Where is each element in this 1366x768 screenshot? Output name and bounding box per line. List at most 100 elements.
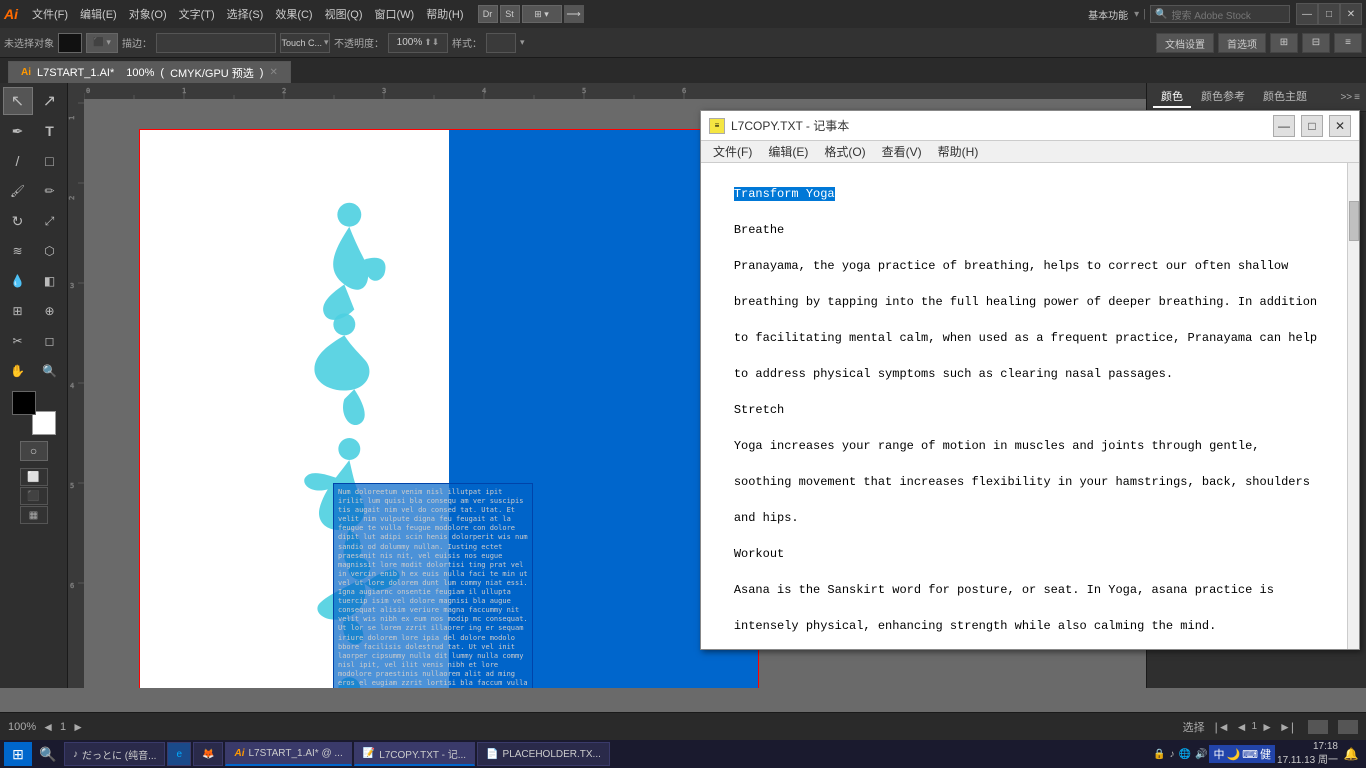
np-menu-edit[interactable]: 编辑(E)	[760, 141, 816, 162]
fill-color-box[interactable]	[58, 33, 82, 53]
taskbar-notepad-btn[interactable]: 📝 L7COPY.TXT - 记...	[354, 742, 475, 766]
last-page-btn[interactable]: ►|	[1277, 720, 1296, 734]
workspace-preset[interactable]: 基本功能	[1082, 7, 1134, 22]
np-menu-format[interactable]: 格式(O)	[816, 141, 873, 162]
pencil-tool[interactable]: ✏	[35, 177, 65, 205]
nav-next-btn[interactable]: ►	[70, 720, 86, 734]
menu-effect[interactable]: 效果(C)	[269, 4, 318, 24]
sys-tray: 🔒 ♪ 🌐 🔊	[1153, 749, 1207, 760]
notepad-minimize-btn[interactable]: —	[1273, 115, 1295, 137]
arrange-btn[interactable]: ⊞	[1270, 33, 1298, 53]
sys-icon-1[interactable]: 🔒	[1153, 749, 1165, 760]
sys-icon-2[interactable]: ♪	[1170, 749, 1175, 760]
restore-btn[interactable]: □	[1318, 3, 1340, 25]
align-btn[interactable]: ⊟	[1302, 33, 1330, 53]
blend-tool[interactable]: ⬡	[35, 237, 65, 265]
touch-dropdown[interactable]: Touch C... ▾	[280, 33, 330, 53]
next-page-btn[interactable]: ►	[1259, 720, 1275, 734]
opacity-input[interactable]: 100% ⬆⬇	[388, 33, 448, 53]
notification-btn[interactable]: 🔔	[1340, 743, 1362, 765]
taskbar-music-btn[interactable]: ♪ だっとに (纯音...	[64, 742, 165, 766]
prev-page-btn[interactable]: ◄	[1234, 720, 1250, 734]
sys-icon-3[interactable]: 🌐	[1179, 749, 1191, 760]
fill-none-btn[interactable]: ○	[20, 441, 48, 461]
scissors-tool[interactable]: ✂	[3, 327, 33, 355]
select-tool[interactable]: ↖	[3, 87, 33, 115]
fill-mode-toggle[interactable]: ⬜ ⬛ ▦	[20, 467, 48, 525]
notepad-restore-btn[interactable]: □	[1301, 115, 1323, 137]
notepad-line-1: Breathe	[734, 223, 784, 237]
menu-object[interactable]: 对象(O)	[123, 4, 173, 24]
stock-search-box[interactable]: 🔍 搜索 Adobe Stock	[1150, 5, 1290, 23]
shape-build-tool[interactable]: ⊕	[35, 297, 65, 325]
eraser-tool[interactable]: ◻	[35, 327, 65, 355]
view-toggle[interactable]: ⊞ ▾	[522, 5, 562, 23]
preferences-btn[interactable]: 首选项	[1218, 33, 1266, 53]
pen-tool[interactable]: ✒	[3, 117, 33, 145]
warp-tool[interactable]: ≋	[3, 237, 33, 265]
menu-text[interactable]: 文字(T)	[173, 4, 221, 24]
menu-window[interactable]: 窗口(W)	[369, 4, 421, 24]
first-page-btn[interactable]: |◄	[1213, 720, 1232, 734]
menu-edit[interactable]: 编辑(E)	[74, 4, 123, 24]
tab-color[interactable]: 颜色	[1153, 86, 1191, 108]
notepad-scrollbar[interactable]	[1347, 163, 1359, 649]
taskbar-search-btn[interactable]: 🔍	[34, 742, 62, 766]
tab-color-ref[interactable]: 颜色参考	[1193, 86, 1253, 108]
document-tab[interactable]: Ai L7START_1.AI* 100% ( CMYK/GPU 预选 ) ✕	[8, 61, 291, 83]
ime-panel[interactable]: 中 🌙 ⌨ 健	[1209, 745, 1275, 763]
zoom-control[interactable]: 100% ◄ 1 ►	[8, 720, 86, 734]
minimize-btn[interactable]: —	[1296, 3, 1318, 25]
menu-file[interactable]: 文件(F)	[26, 4, 74, 24]
more-btn[interactable]: ≡	[1334, 33, 1362, 53]
rect-tool[interactable]: □	[35, 147, 65, 175]
tab-close-btn[interactable]: ✕	[269, 67, 277, 78]
np-menu-view[interactable]: 查看(V)	[874, 141, 930, 162]
zoom-tool[interactable]: 🔍	[35, 357, 65, 385]
taskbar-placeholder-btn[interactable]: 📄 PLACEHOLDER.TX...	[477, 742, 610, 766]
mesh-tool[interactable]: ⊞	[3, 297, 33, 325]
sys-icon-4[interactable]: 🔊	[1195, 749, 1207, 760]
arrange-icon[interactable]: ⟶	[564, 5, 584, 23]
stroke-preview[interactable]	[156, 33, 276, 53]
rotate-tool[interactable]: ↻	[3, 207, 33, 235]
clock[interactable]: 17:18 17.11.13 周一	[1277, 740, 1338, 768]
notepad-text-area[interactable]: Transform Yoga Breathe Pranayama, the yo…	[701, 163, 1359, 649]
type-tool[interactable]: T	[35, 117, 65, 145]
np-menu-help[interactable]: 帮助(H)	[930, 141, 987, 162]
direct-select-tool[interactable]: ↗	[35, 87, 65, 115]
plugin-icon-2[interactable]: St	[500, 5, 520, 23]
taskbar-firefox-btn[interactable]: 🦊	[193, 742, 223, 766]
line-tool[interactable]: /	[3, 147, 33, 175]
nav-prev-btn[interactable]: ◄	[40, 720, 56, 734]
menu-view[interactable]: 视图(Q)	[319, 4, 369, 24]
page-input[interactable]: 1	[60, 721, 66, 733]
close-btn[interactable]: ✕	[1340, 3, 1362, 25]
foreground-color[interactable]	[12, 391, 36, 415]
menu-help[interactable]: 帮助(H)	[420, 4, 469, 24]
gradient-tool[interactable]: ◧	[35, 267, 65, 295]
start-button[interactable]: ⊞	[4, 742, 32, 766]
hand-tool[interactable]: ✋	[3, 357, 33, 385]
eyedrop-tool[interactable]: 💧	[3, 267, 33, 295]
ruler-left: 1 2 3 4 5 6	[68, 83, 84, 688]
color-options[interactable]: ⬛ ▾	[86, 33, 118, 53]
panel-menu-btn[interactable]: ≡	[1354, 92, 1360, 103]
np-menu-file[interactable]: 文件(F)	[705, 141, 760, 162]
panel-expand-btn[interactable]: >>	[1340, 92, 1352, 103]
doc-settings-btn[interactable]: 文档设置	[1156, 33, 1214, 53]
artwork[interactable]: Num doloreetum venim nisl illutpat ipit …	[139, 129, 759, 688]
notepad-titlebar: ≡ L7COPY.TXT - 记事本 — □ ✕	[701, 111, 1359, 141]
taskbar-edge-btn[interactable]: e	[167, 742, 191, 766]
color-selector[interactable]	[12, 391, 56, 435]
notepad-close-btn[interactable]: ✕	[1329, 115, 1351, 137]
menu-select[interactable]: 选择(S)	[221, 4, 270, 24]
brush-tool[interactable]: 🖌	[3, 177, 33, 205]
tab-color-theme[interactable]: 颜色主题	[1255, 86, 1315, 108]
style-box[interactable]	[486, 33, 516, 53]
scale-tool[interactable]: ⤢	[35, 207, 65, 235]
plugin-icon-1[interactable]: Dr	[478, 5, 498, 23]
scroll-thumb[interactable]	[1349, 201, 1359, 241]
taskbar-ai-btn[interactable]: Ai L7START_1.AI* @ ...	[225, 742, 351, 766]
edge-icon: e	[176, 749, 182, 760]
